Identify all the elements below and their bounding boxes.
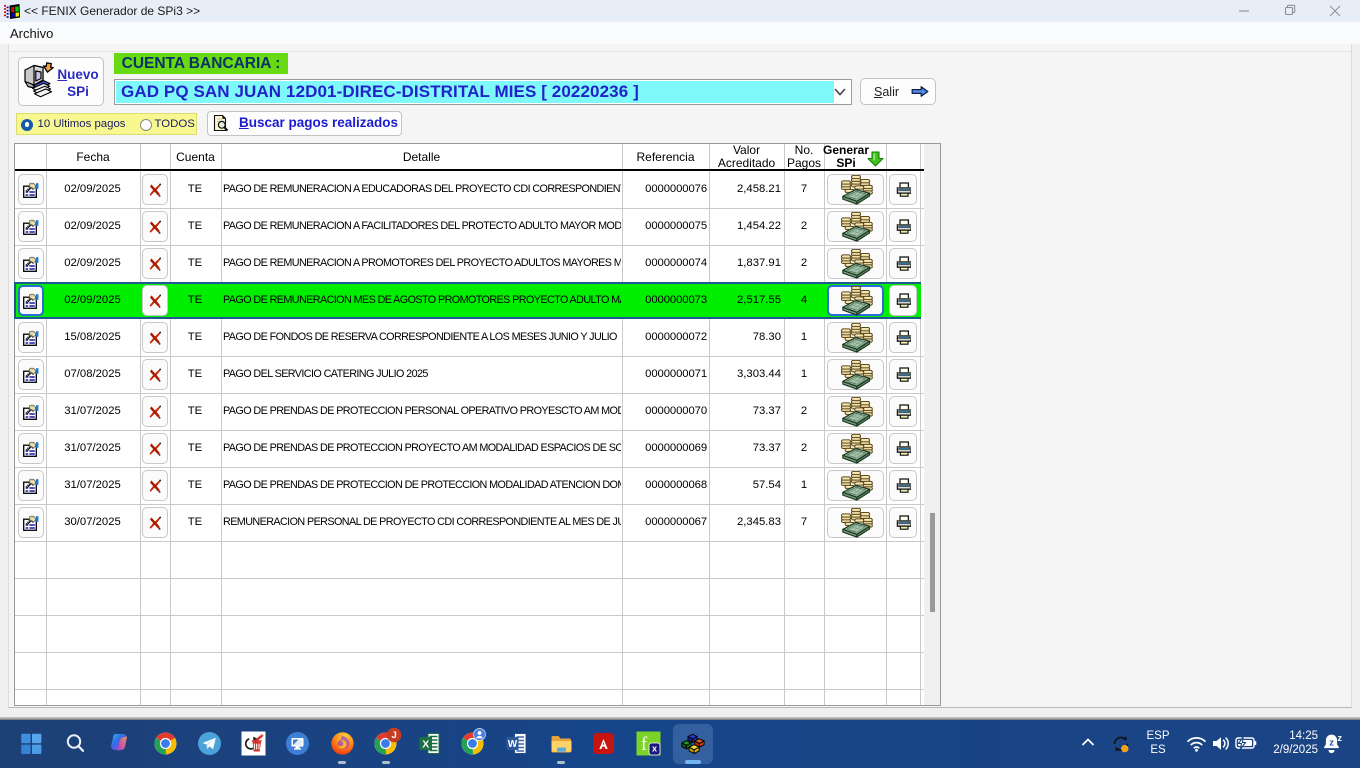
svg-text:X: X	[422, 738, 429, 750]
svg-text:x: x	[652, 744, 657, 754]
svg-text:z: z	[1329, 738, 1334, 749]
svg-text:J: J	[392, 730, 397, 741]
svg-text:f: f	[641, 734, 648, 755]
svg-text:W: W	[508, 739, 518, 750]
svg-text:z: z	[1338, 733, 1343, 743]
